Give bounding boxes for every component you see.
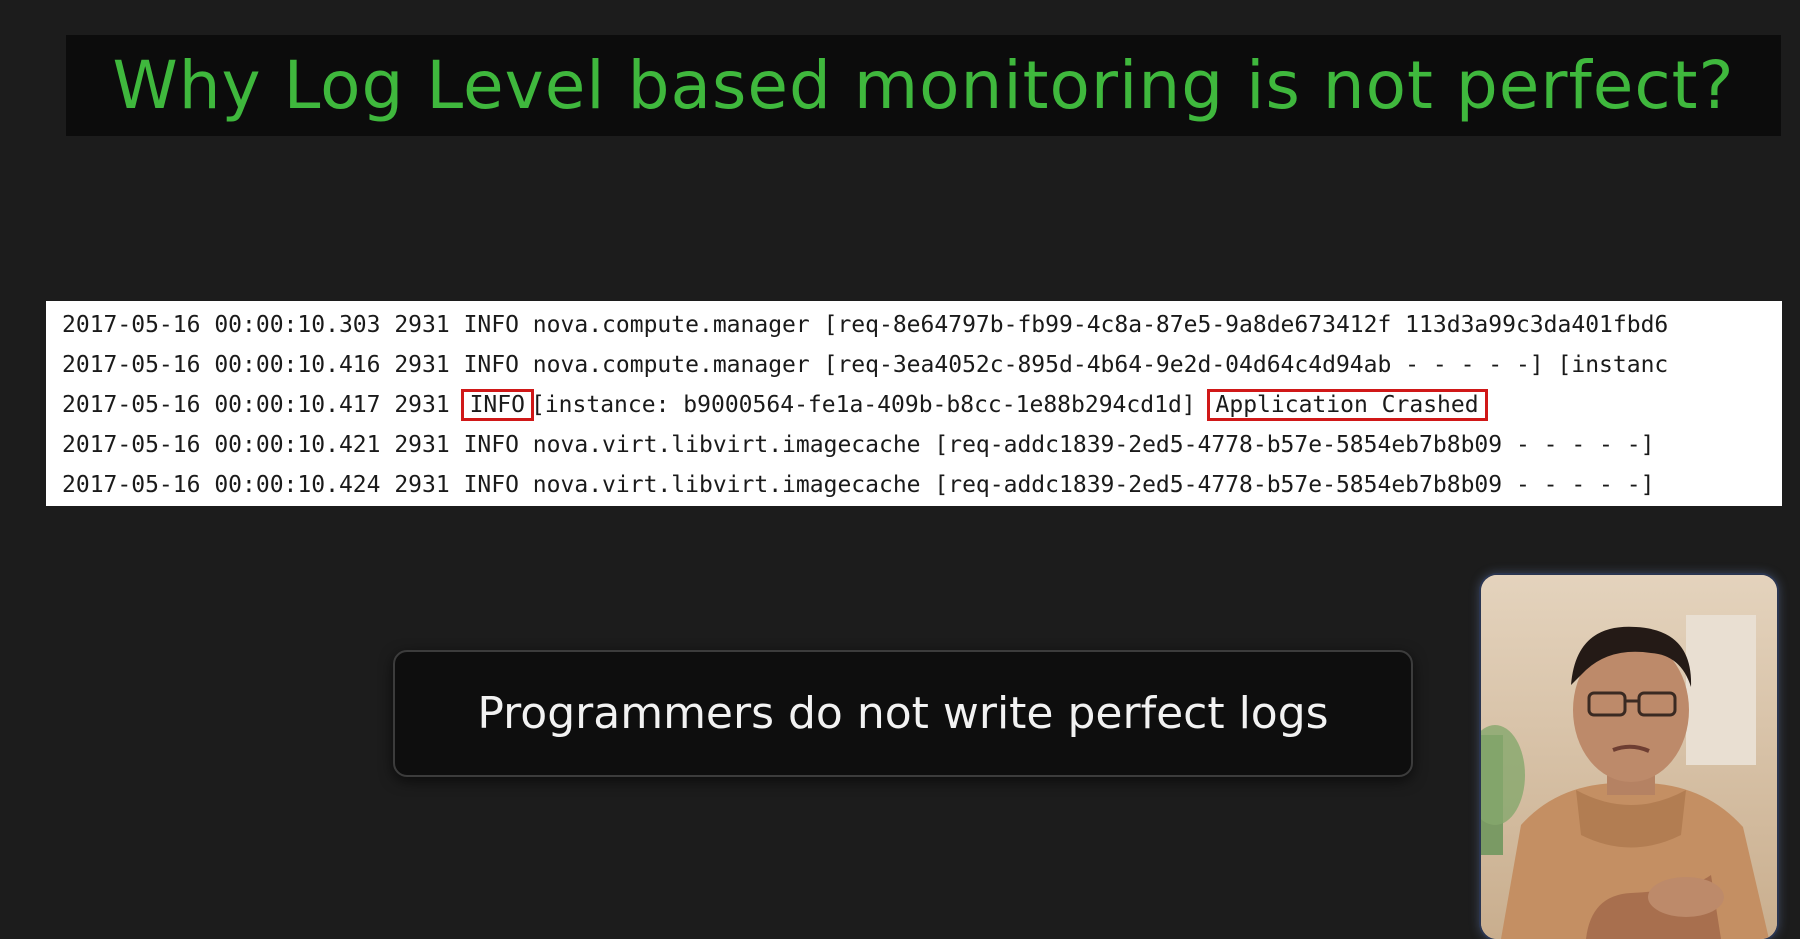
log-line-2: 2017-05-16 00:00:10.416 2931 INFO nova.c… [62, 352, 1669, 378]
log-line-3-instance: [instance: b9000564-fe1a-409b-b8cc-1e88b… [530, 392, 1196, 418]
caption-text: Programmers do not write perfect logs [477, 688, 1329, 739]
caption-box: Programmers do not write perfect logs [393, 650, 1413, 777]
log-line-4: 2017-05-16 00:00:10.421 2931 INFO nova.v… [62, 432, 1655, 458]
presenter-illustration [1481, 575, 1777, 939]
log-line-3-prefix: 2017-05-16 00:00:10.417 2931 [62, 392, 464, 418]
highlighted-log-level: INFO [460, 389, 534, 421]
slide-title-bar: Why Log Level based monitoring is not pe… [66, 35, 1781, 136]
log-line-3: 2017-05-16 00:00:10.417 2931 INFO [instan… [62, 385, 1488, 425]
log-line-1: 2017-05-16 00:00:10.303 2931 INFO nova.c… [62, 312, 1669, 338]
log-line-5: 2017-05-16 00:00:10.424 2931 INFO nova.v… [62, 472, 1655, 498]
log-screenshot: 2017-05-16 00:00:10.303 2931 INFO nova.c… [46, 301, 1782, 506]
slide-title: Why Log Level based monitoring is not pe… [112, 47, 1735, 124]
presenter-webcam-icon [1479, 573, 1779, 939]
highlighted-crash-message: Application Crashed [1206, 389, 1488, 421]
